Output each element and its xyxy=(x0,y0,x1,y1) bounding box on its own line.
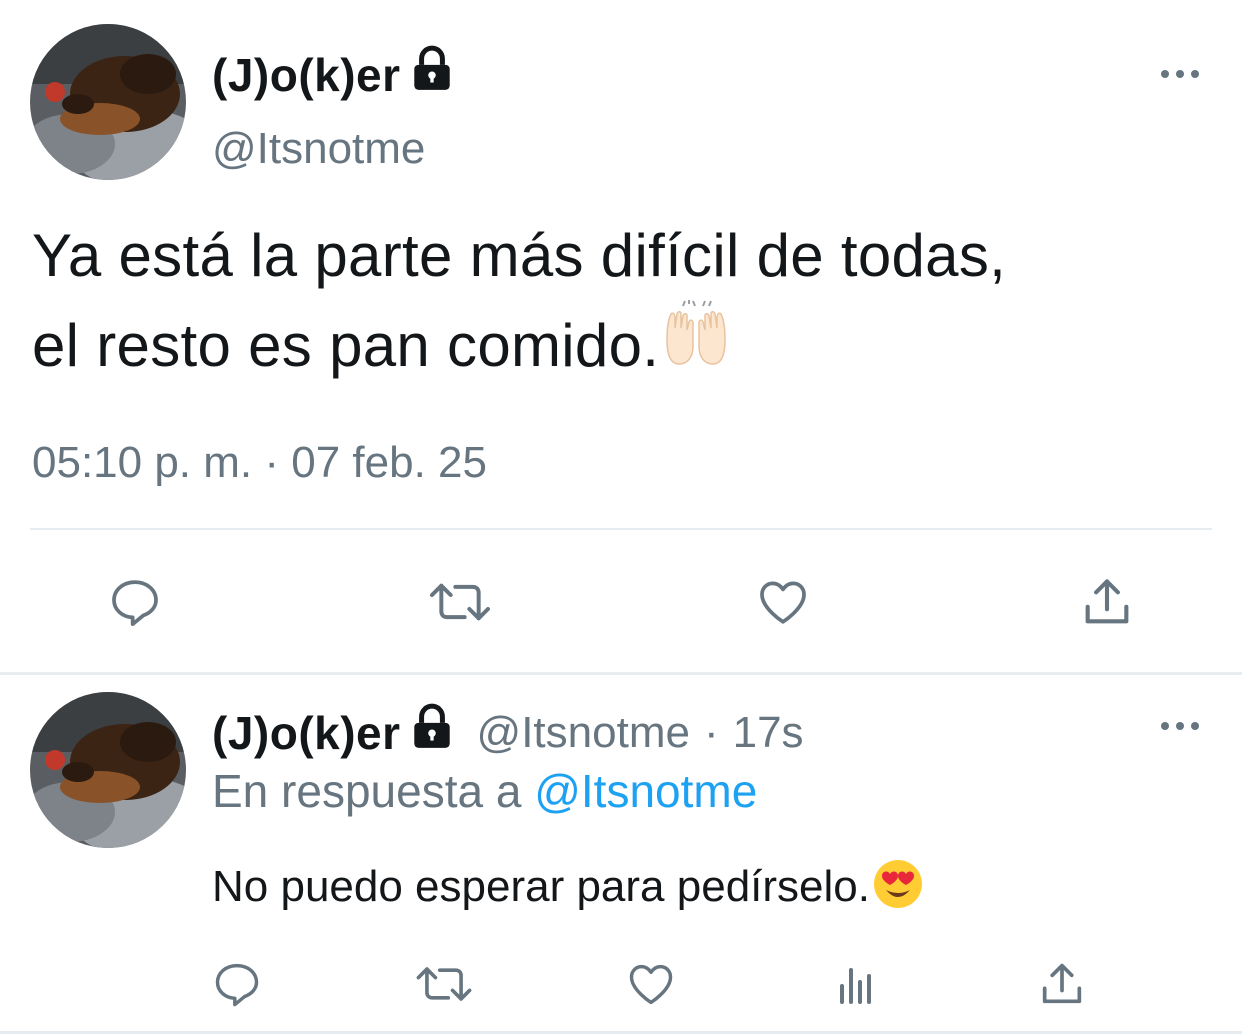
divider xyxy=(0,672,1242,675)
author-name[interactable]: (J)o(k)er xyxy=(212,702,457,763)
tweet-text-line: Ya está la parte más difícil de todas, xyxy=(32,222,1007,289)
meta-separator: · xyxy=(703,707,719,757)
like-icon[interactable] xyxy=(620,956,682,1012)
more-icon[interactable] xyxy=(1154,710,1206,742)
tweet-text: Ya está la parte más difícil de todas, e… xyxy=(32,212,1006,390)
meta-separator: · xyxy=(264,438,280,487)
raising-hands-emoji xyxy=(661,299,731,390)
like-icon[interactable] xyxy=(748,570,818,634)
reply-icon[interactable] xyxy=(100,570,170,634)
more-icon[interactable] xyxy=(1154,58,1206,90)
author-name[interactable]: (J)o(k)er xyxy=(212,44,457,105)
reply-header: (J)o(k)er @Itsnotme · 17s xyxy=(212,702,804,763)
reply-text-body: No puedo esperar para pedírselo. xyxy=(212,862,870,912)
tweet-text-line: el resto es pan comido. xyxy=(32,312,660,379)
author-handle[interactable]: @Itsnotme xyxy=(212,124,425,174)
tweet-timestamp[interactable]: 05:10 p. m. · 07 feb. 25 xyxy=(32,438,487,488)
avatar[interactable] xyxy=(30,692,186,848)
replying-to: En respuesta a @Itsnotme xyxy=(212,764,757,818)
reply-text: No puedo esperar para pedírselo. xyxy=(212,858,924,921)
share-icon[interactable] xyxy=(1032,956,1092,1012)
lock-icon xyxy=(407,702,457,763)
retweet-icon[interactable] xyxy=(410,956,478,1012)
smiling-face-with-heart-eyes-emoji xyxy=(872,858,924,921)
tweet-time[interactable]: 05:10 p. m. xyxy=(32,438,252,487)
share-icon[interactable] xyxy=(1074,570,1140,634)
lock-icon xyxy=(407,44,457,105)
replying-to-prefix: En respuesta a xyxy=(212,765,522,817)
retweet-icon[interactable] xyxy=(422,570,498,634)
analytics-icon[interactable] xyxy=(826,956,886,1012)
author-name-text[interactable]: (J)o(k)er xyxy=(212,706,401,760)
author-name-text[interactable]: (J)o(k)er xyxy=(212,48,401,102)
divider xyxy=(30,528,1212,530)
replying-to-link[interactable]: @Itsnotme xyxy=(534,765,757,817)
author-handle[interactable]: @Itsnotme xyxy=(477,708,690,758)
reply-icon[interactable] xyxy=(206,956,268,1012)
avatar[interactable] xyxy=(30,24,186,180)
tweet-age[interactable]: 17s xyxy=(733,708,804,758)
divider xyxy=(0,1031,1242,1034)
tweet-text-line-2: el resto es pan comido. xyxy=(32,299,1006,390)
tweet-date[interactable]: 07 feb. 25 xyxy=(291,438,487,487)
